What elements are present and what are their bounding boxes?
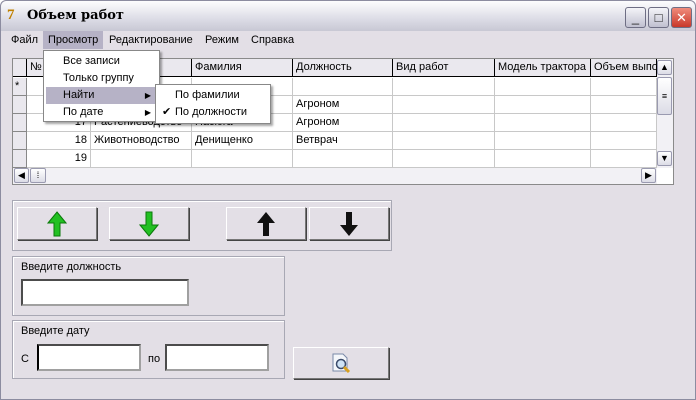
row-indicator[interactable] xyxy=(13,150,27,168)
table-cell[interactable] xyxy=(293,78,393,96)
date-from-input[interactable] xyxy=(37,344,141,371)
menu-file[interactable]: Файл xyxy=(6,31,43,49)
hscroll-thumb[interactable]: ⁞ xyxy=(30,168,46,183)
table-cell[interactable] xyxy=(192,150,293,168)
table-cell[interactable] xyxy=(591,114,657,132)
vertical-scrollbar[interactable]: ▲ ≡ ▼ xyxy=(657,59,673,168)
position-input[interactable] xyxy=(21,279,189,306)
green-down-arrow-icon xyxy=(139,211,159,237)
table-cell[interactable] xyxy=(293,150,393,168)
column-header-col-tractor-model[interactable]: Модель трактора xyxy=(495,59,591,77)
checkmark-icon: ✔ xyxy=(162,106,172,118)
submenu-arrow-icon: ▶ xyxy=(144,108,151,117)
find-submenu: По фамилии ✔ По должности xyxy=(155,84,271,124)
menu-item-by-position-label: По должности xyxy=(175,106,248,118)
black-up-arrow-icon xyxy=(257,211,275,236)
table-cell[interactable]: 19 xyxy=(27,150,91,168)
table-cell[interactable] xyxy=(91,150,192,168)
search-button[interactable] xyxy=(293,347,389,379)
scroll-thumb[interactable]: ≡ xyxy=(657,77,672,115)
row-indicator[interactable]: * xyxy=(13,78,27,96)
black-down-arrow-icon xyxy=(340,211,358,236)
menu-item-only-group[interactable]: Только группу xyxy=(46,70,157,87)
green-up-arrow-icon xyxy=(47,210,67,236)
scroll-up-button[interactable]: ▲ xyxy=(657,60,672,75)
menu-item-by-date-label: По дате xyxy=(63,106,104,118)
menu-edit[interactable]: Редактирование xyxy=(104,31,198,49)
column-header-col-work-type[interactable]: Вид работ xyxy=(393,59,495,77)
menu-item-by-position[interactable]: ✔ По должности xyxy=(158,104,268,121)
table-cell[interactable] xyxy=(495,96,591,114)
table-cell[interactable]: Животноводство xyxy=(91,132,192,150)
date-from-label: С xyxy=(21,353,29,365)
table-cell[interactable] xyxy=(393,114,495,132)
menu-item-find-label: Найти xyxy=(63,89,95,101)
date-label: Введите дату xyxy=(21,325,90,337)
row-indicator[interactable] xyxy=(13,114,27,132)
horizontal-scrollbar[interactable]: ◀ ⁞ ▶ xyxy=(13,168,657,184)
table-cell[interactable]: 18 xyxy=(27,132,91,150)
date-to-input[interactable] xyxy=(165,344,269,371)
minimize-button[interactable]: _ xyxy=(625,7,646,28)
table-cell[interactable]: Денищенко xyxy=(192,132,293,150)
move-down-black-button[interactable] xyxy=(309,207,389,240)
move-up-black-button[interactable] xyxy=(226,207,306,240)
view-menu-dropdown: Все записи Только группу Найти ▶ По дате ▶ xyxy=(43,50,160,122)
close-button[interactable]: ✕ xyxy=(671,7,692,28)
maximize-button[interactable]: □ xyxy=(648,7,669,28)
app-icon: 7 xyxy=(7,7,15,23)
window-title: Объем работ xyxy=(27,8,124,23)
column-header-col-surname[interactable]: Фамилия xyxy=(192,59,293,77)
table-cell[interactable] xyxy=(591,150,657,168)
table-cell[interactable]: Агроном xyxy=(293,114,393,132)
submenu-arrow-icon: ▶ xyxy=(144,91,151,100)
table-cell[interactable] xyxy=(495,150,591,168)
row-indicator[interactable] xyxy=(13,132,27,150)
table-cell[interactable] xyxy=(591,132,657,150)
menu-item-find[interactable]: Найти ▶ xyxy=(46,87,157,104)
title-bar: 7 Объем работ _ □ ✕ xyxy=(1,1,695,31)
main-window: 7 Объем работ _ □ ✕ Файл Просмотр Редакт… xyxy=(0,0,696,400)
row-indicator[interactable] xyxy=(13,96,27,114)
menu-help[interactable]: Справка xyxy=(246,31,299,49)
document-magnifier-icon xyxy=(332,353,351,374)
move-up-green-button[interactable] xyxy=(17,207,97,240)
move-down-green-button[interactable] xyxy=(109,207,189,240)
scroll-down-button[interactable]: ▼ xyxy=(657,151,672,166)
menu-bar: Файл Просмотр Редактирование Режим Справ… xyxy=(4,31,692,49)
table-cell[interactable] xyxy=(591,78,657,96)
table-cell[interactable] xyxy=(495,78,591,96)
scroll-right-button[interactable]: ▶ xyxy=(641,168,656,183)
menu-view[interactable]: Просмотр xyxy=(43,31,104,49)
table-cell[interactable] xyxy=(393,132,495,150)
table-cell[interactable] xyxy=(393,96,495,114)
table-cell[interactable] xyxy=(393,78,495,96)
table-cell[interactable]: Агроном xyxy=(293,96,393,114)
table-cell[interactable] xyxy=(495,132,591,150)
scroll-left-button[interactable]: ◀ xyxy=(14,168,29,183)
column-header-col-volume[interactable]: Объем выпо xyxy=(591,59,657,77)
menu-item-all-records[interactable]: Все записи xyxy=(46,53,157,70)
menu-item-by-date[interactable]: По дате ▶ xyxy=(46,104,157,121)
menu-item-by-surname[interactable]: По фамилии xyxy=(158,87,268,104)
table-cell[interactable] xyxy=(393,150,495,168)
table-cell[interactable]: Ветврач xyxy=(293,132,393,150)
table-cell[interactable] xyxy=(591,96,657,114)
position-label: Введите должность xyxy=(21,261,122,273)
header-corner xyxy=(13,59,27,77)
table-cell[interactable] xyxy=(495,114,591,132)
column-header-col-position[interactable]: Должность xyxy=(293,59,393,77)
date-to-label: по xyxy=(148,353,161,365)
menu-mode[interactable]: Режим xyxy=(200,31,244,49)
